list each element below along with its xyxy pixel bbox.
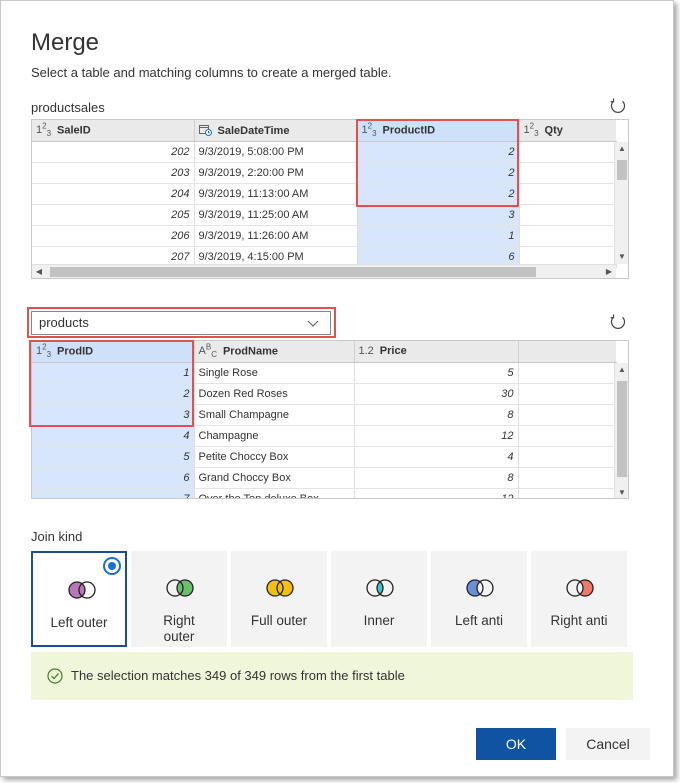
scroll-left-arrow-icon[interactable]: ◀ [32, 265, 46, 278]
whole-number-type-icon: 123 [523, 121, 539, 139]
table-row: 204 9/3/2019, 11:13:00 AM 2 [32, 183, 617, 205]
table-row: 206 9/3/2019, 11:26:00 AM 1 [32, 225, 617, 247]
join-kind-label: Full outer [250, 613, 308, 628]
column-header-empty [518, 341, 616, 363]
join-kind-left-anti[interactable]: Left anti [431, 551, 527, 647]
column-header-productid[interactable]: 123 ProductID [357, 120, 520, 142]
scroll-down-arrow-icon[interactable]: ▼ [615, 486, 628, 498]
venn-left-outer-icon [68, 581, 96, 599]
join-kind-full-outer[interactable]: Full outer [231, 551, 327, 647]
text-type-icon: ABC [198, 342, 217, 360]
first-table-name: productsales [31, 100, 105, 115]
match-status-banner: The selection matches 349 of 349 rows fr… [31, 652, 633, 700]
table-row: 3 Small Champagne 8 [32, 404, 617, 426]
decimal-type-icon: 1.2 [358, 345, 374, 358]
match-status-text: The selection matches 349 of 349 rows fr… [71, 668, 405, 683]
scroll-right-arrow-icon[interactable]: ▶ [602, 265, 616, 278]
table-row: 1 Single Rose 5 [32, 362, 617, 384]
second-table-preview[interactable]: 123 ProdID ABC ProdName 1.2 Price 1 Single R… [31, 340, 629, 499]
venn-inner-icon [366, 579, 394, 597]
join-kind-label: Right anti [550, 613, 608, 628]
refresh-preview-1-icon[interactable] [609, 97, 627, 115]
venn-full-outer-icon [266, 579, 294, 597]
chevron-down-icon [307, 320, 319, 327]
whole-number-type-icon: 123 [361, 121, 377, 139]
join-kind-inner[interactable]: Inner [331, 551, 427, 647]
table-row: 6 Grand Choccy Box 8 [32, 467, 617, 489]
venn-left-anti-icon [466, 579, 494, 597]
first-table-horizontal-scrollbar[interactable]: ◀ ▶ [32, 264, 616, 278]
table-row: 202 9/3/2019, 5:08:00 PM 2 [32, 141, 617, 163]
radio-selected-icon [103, 557, 121, 575]
merge-dialog: Merge Select a table and matching column… [0, 0, 674, 777]
column-header-saledatetime[interactable]: SaleDateTime [194, 120, 358, 142]
first-table-preview[interactable]: 123 SaleID SaleDateTime 123 ProductID 123 Q… [31, 119, 629, 279]
table-row: 7 Over the Top deluxe Box 12 [32, 488, 617, 498]
join-kind-label: Left outer [50, 615, 108, 630]
whole-number-type-icon: 123 [36, 342, 52, 360]
scroll-up-arrow-icon[interactable]: ▲ [615, 363, 628, 377]
dialog-title: Merge [31, 29, 100, 56]
table-row: 4 Champagne 12 [32, 425, 617, 447]
table-row: 2 Dozen Red Roses 30 [32, 383, 617, 405]
join-kind-label: Join kind [31, 529, 83, 544]
first-table-vertical-scrollbar[interactable]: ▲ ▼ [614, 142, 628, 264]
join-kind-label: Inner [363, 613, 395, 628]
second-table-vertical-scrollbar[interactable]: ▲ ▼ [614, 363, 628, 498]
first-table-grid: 123 SaleID SaleDateTime 123 ProductID 123 Q… [32, 120, 617, 268]
scroll-thumb[interactable] [617, 381, 627, 477]
scroll-thumb[interactable] [50, 267, 536, 277]
datetime-type-icon [198, 124, 212, 137]
refresh-preview-2-icon[interactable] [609, 313, 627, 331]
whole-number-type-icon: 123 [36, 121, 52, 139]
column-header-prodid[interactable]: 123 ProdID [32, 341, 195, 363]
join-kind-label: Left anti [454, 613, 504, 628]
cancel-button[interactable]: Cancel [566, 728, 650, 760]
dialog-subtitle: Select a table and matching columns to c… [31, 65, 392, 80]
venn-right-outer-icon [166, 579, 194, 597]
table-row: 205 9/3/2019, 11:25:00 AM 3 [32, 204, 617, 226]
column-header-prodname[interactable]: ABC ProdName [194, 341, 355, 363]
venn-right-anti-icon [566, 579, 594, 597]
check-circle-icon [47, 668, 63, 684]
scroll-up-arrow-icon[interactable]: ▲ [615, 142, 628, 156]
table-row: 203 9/3/2019, 2:20:00 PM 2 [32, 162, 617, 184]
join-kind-right-outer[interactable]: Right outer [131, 551, 227, 647]
column-header-price[interactable]: 1.2 Price [354, 341, 519, 363]
join-kind-right-anti[interactable]: Right anti [531, 551, 627, 647]
second-table-grid: 123 ProdID ABC ProdName 1.2 Price 1 Single R… [32, 341, 617, 498]
column-header-saleid[interactable]: 123 SaleID [32, 120, 195, 142]
join-kind-left-outer[interactable]: Left outer [31, 551, 127, 647]
scroll-down-arrow-icon[interactable]: ▼ [615, 250, 628, 264]
table-row: 5 Petite Choccy Box 4 [32, 446, 617, 468]
join-kind-label: Right outer [163, 613, 195, 644]
column-header-qty[interactable]: 123 Qty [519, 120, 616, 142]
second-table-dropdown[interactable]: products [31, 311, 331, 335]
ok-button[interactable]: OK [476, 728, 556, 760]
scroll-thumb[interactable] [617, 160, 627, 180]
